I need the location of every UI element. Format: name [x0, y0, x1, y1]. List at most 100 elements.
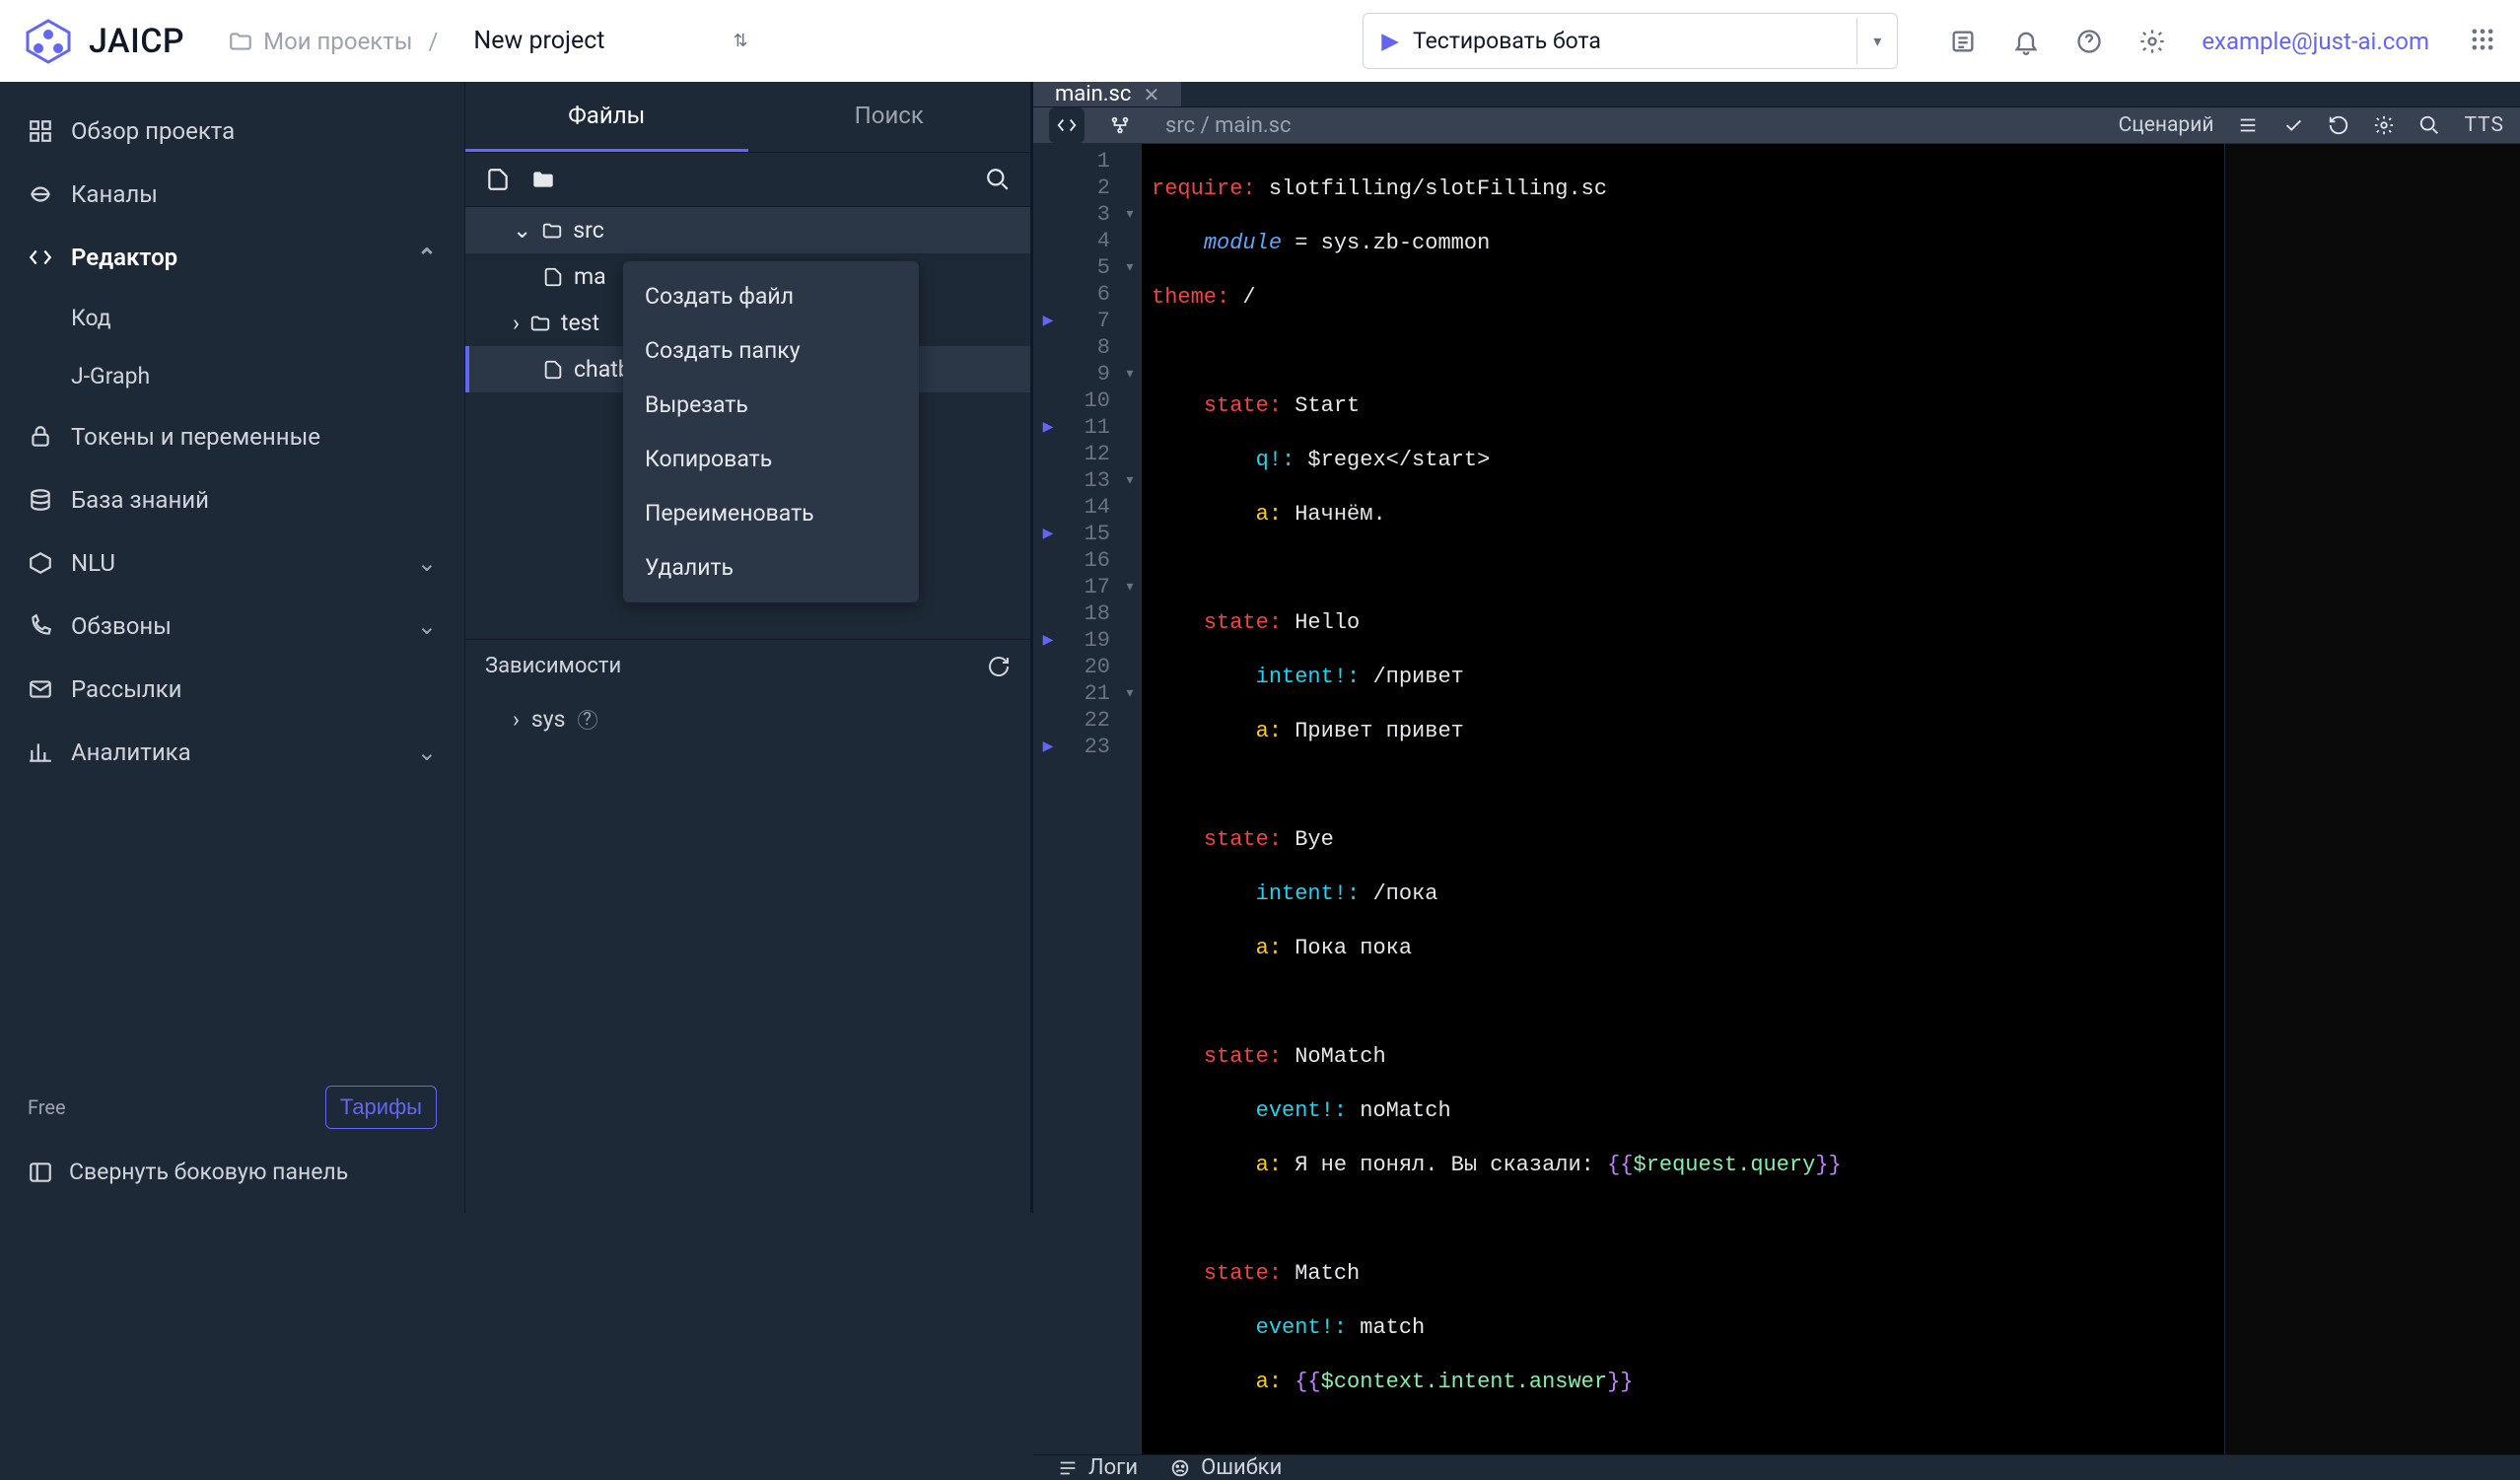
context-create-folder[interactable]: Создать папку [623, 323, 919, 378]
project-select[interactable]: New project ⇅ [473, 27, 747, 55]
sidebar-item-overview[interactable]: Обзор проекта [0, 100, 464, 163]
code-view-button[interactable] [1049, 107, 1085, 143]
play-marker-icon[interactable]: ▶ [1043, 414, 1054, 442]
test-bot-caret[interactable]: ▾ [1856, 18, 1897, 64]
scenario-label[interactable]: Сценарий [2119, 113, 2214, 137]
errors-button[interactable]: Ошибки [1169, 1455, 1282, 1480]
logo-area: JAICP [24, 17, 184, 66]
context-rename[interactable]: Переименовать [623, 486, 919, 540]
tts-button[interactable]: TTS [2464, 113, 2504, 137]
plan-label: Free [28, 1095, 66, 1119]
code-token: a: [1256, 1370, 1282, 1394]
notes-icon[interactable] [1949, 28, 1977, 55]
code-token: event!: [1256, 1315, 1347, 1340]
bottom-bar: Логи Ошибки [1033, 1454, 2520, 1480]
breadcrumb-projects[interactable]: Мои проекты / [228, 28, 438, 55]
sidebar-item-tokens[interactable]: Токены и переменные [0, 405, 464, 468]
gear-icon[interactable] [2373, 114, 2395, 136]
chevron-down-icon: ⌄ [417, 612, 437, 640]
sidebar-item-label: Токены и переменные [71, 423, 320, 451]
context-copy[interactable]: Копировать [623, 432, 919, 486]
logs-button[interactable]: Логи [1057, 1455, 1138, 1480]
refresh-icon[interactable] [987, 655, 1011, 678]
collapse-sidebar[interactable]: Свернуть боковую панель [28, 1159, 437, 1185]
graph-view-button[interactable] [1102, 107, 1138, 143]
search-icon[interactable] [2418, 114, 2440, 136]
help-icon[interactable] [2075, 28, 2103, 55]
sidebar-item-editor[interactable]: Редактор ⌃ [0, 226, 464, 289]
sidebar-item-nlu[interactable]: NLU ⌄ [0, 531, 464, 595]
play-marker-icon[interactable]: ▶ [1043, 627, 1054, 655]
dependencies-label: Зависимости [485, 654, 621, 678]
sidebar-item-calls[interactable]: Обзвоны ⌄ [0, 595, 464, 658]
chevron-down-icon: ⌄ [417, 739, 437, 766]
tree-label: ma [574, 263, 606, 290]
list-icon[interactable] [2237, 114, 2259, 136]
line-numbers: 1234567891011121314151617181920212223 [1063, 144, 1118, 1454]
search-icon[interactable] [985, 167, 1011, 192]
code-token: Пока пока [1282, 936, 1412, 960]
logo-icon[interactable] [24, 17, 73, 66]
fold-gutter[interactable]: ▾▾▾▾▾▾ [1118, 144, 1142, 1454]
editor-toolbar: src / main.sc Сценарий TTS [1033, 107, 2520, 144]
breakpoint-gutter[interactable]: ▶ ▶ ▶ ▶ ▶ [1033, 144, 1063, 1454]
sidebar-item-campaigns[interactable]: Рассылки [0, 658, 464, 721]
code-token: a: [1256, 502, 1282, 527]
context-delete[interactable]: Удалить [623, 540, 919, 595]
editor-area: main.sc ✕ src / main.sc Сценарий TTS ▶ [1033, 82, 2520, 1213]
dependencies-header[interactable]: Зависимости [465, 639, 1030, 692]
play-marker-icon[interactable]: ▶ [1043, 308, 1054, 335]
chevron-up-icon: ⌃ [417, 244, 437, 271]
sidebar-item-label: Аналитика [71, 739, 191, 766]
gear-icon[interactable] [2138, 28, 2166, 55]
tab-files[interactable]: Файлы [465, 82, 748, 152]
test-bot-dropdown[interactable]: ▶ Тестировать бота ▾ [1363, 13, 1898, 69]
sidebar-sub-code[interactable]: Код [0, 289, 464, 347]
file-tree: ⌄ src ma › test chatb [465, 207, 1030, 1213]
check-icon[interactable] [2282, 114, 2304, 136]
sidebar-sub-jgraph[interactable]: J-Graph [0, 347, 464, 405]
close-icon[interactable]: ✕ [1143, 83, 1159, 106]
code-token: NoMatch [1282, 1044, 1386, 1069]
code-content[interactable]: require: slotfilling/slotFilling.sc modu… [1142, 144, 2224, 1454]
tree-folder-src[interactable]: ⌄ src [465, 207, 1030, 253]
code-editor[interactable]: ▶ ▶ ▶ ▶ ▶ 123456789101112131415161718192… [1033, 144, 2520, 1454]
code-token: noMatch [1347, 1098, 1451, 1123]
topbar: JAICP Мои проекты / New project ⇅ ▶ Тест… [0, 0, 2520, 82]
editor-tab-main[interactable]: main.sc ✕ [1033, 82, 1181, 106]
user-email[interactable]: example@just-ai.com [2202, 28, 2429, 55]
sidebar-item-channels[interactable]: Каналы [0, 163, 464, 226]
sidebar-item-label: Редактор [71, 244, 177, 271]
code-token: Начнём. [1282, 502, 1386, 527]
context-create-file[interactable]: Создать файл [623, 269, 919, 323]
new-folder-icon[interactable] [530, 167, 556, 192]
code-token: intent!: [1256, 881, 1361, 906]
sidebar-item-knowledge[interactable]: База знаний [0, 468, 464, 531]
sidebar-item-label: Обзор проекта [71, 117, 235, 145]
dependency-sys[interactable]: › sys ? [465, 692, 1030, 746]
code-token: Bye [1282, 827, 1334, 852]
play-icon: ▶ [1381, 28, 1399, 54]
code-token: / [1229, 285, 1255, 310]
code-token: {{ [1607, 1153, 1633, 1177]
sidebar-item-analytics[interactable]: Аналитика ⌄ [0, 721, 464, 784]
help-icon[interactable]: ? [578, 710, 597, 730]
minimap[interactable] [2224, 144, 2520, 1454]
undo-icon[interactable] [2328, 114, 2349, 136]
code-token: state: [1204, 1044, 1282, 1069]
code-token: /пока [1360, 881, 1437, 906]
breadcrumb-projects-label: Мои проекты [263, 28, 412, 55]
test-bot-button[interactable]: ▶ Тестировать бота [1364, 14, 1856, 68]
tariffs-button[interactable]: Тарифы [325, 1086, 437, 1129]
tab-search[interactable]: Поиск [748, 82, 1031, 152]
code-token: $request.query [1634, 1153, 1816, 1177]
apps-grid-icon[interactable] [2469, 26, 2496, 57]
editor-tabs: main.sc ✕ [1033, 82, 2520, 107]
play-marker-icon[interactable]: ▶ [1043, 521, 1054, 548]
code-token: Я не понял. Вы сказали: [1282, 1153, 1607, 1177]
bell-icon[interactable] [2012, 28, 2040, 55]
play-marker-icon[interactable]: ▶ [1043, 734, 1054, 761]
new-file-icon[interactable] [485, 167, 511, 192]
code-token: state: [1204, 1261, 1282, 1286]
context-cut[interactable]: Вырезать [623, 378, 919, 432]
